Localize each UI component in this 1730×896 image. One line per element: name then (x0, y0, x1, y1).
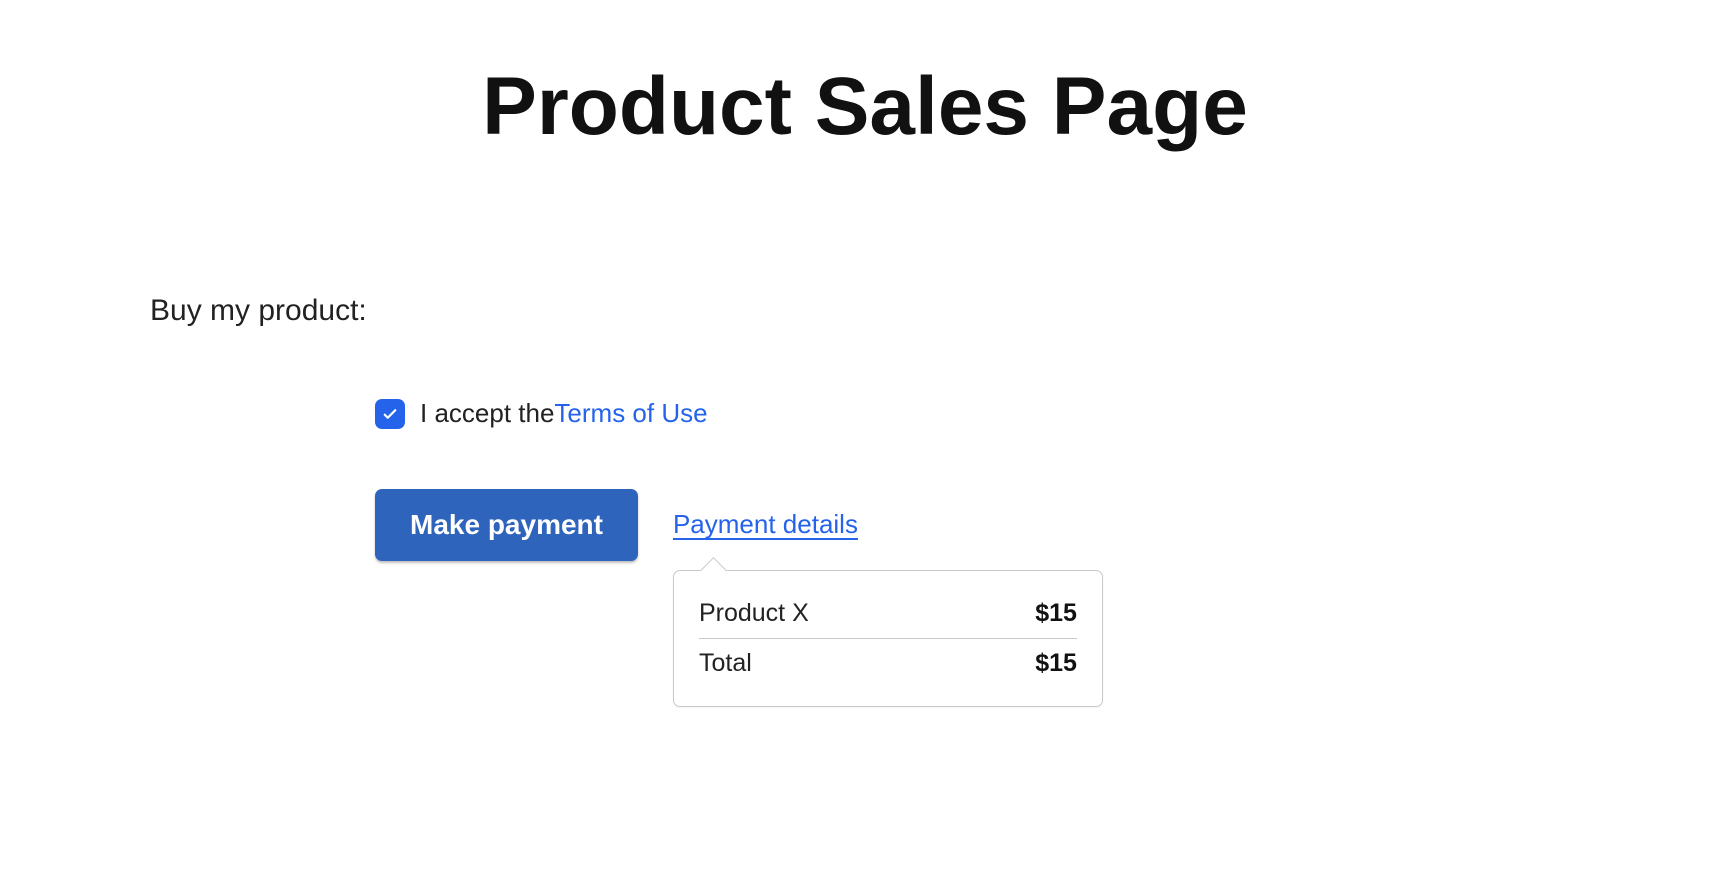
terms-label-prefix: I accept the (420, 398, 554, 429)
popover-item-value: $15 (1035, 599, 1077, 628)
page-title: Product Sales Page (150, 60, 1580, 154)
details-column: Payment details Product X $15 Total $15 (673, 509, 1103, 707)
popover-item-label: Product X (699, 599, 809, 628)
payment-details-link[interactable]: Payment details (673, 509, 1103, 540)
popover-row: Product X $15 (699, 589, 1077, 638)
popover-total-value: $15 (1035, 649, 1077, 678)
action-row: Make payment Payment details Product X $… (375, 489, 1580, 707)
make-payment-button[interactable]: Make payment (375, 489, 638, 561)
buy-prompt: Buy my product: (150, 294, 1580, 328)
popover-total-label: Total (699, 649, 752, 678)
payment-details-popover: Product X $15 Total $15 (673, 570, 1103, 707)
popover-row: Total $15 (699, 638, 1077, 688)
terms-of-use-link[interactable]: Terms of Use (554, 398, 707, 429)
check-icon (381, 405, 399, 423)
terms-row: I accept the Terms of Use (375, 398, 1580, 429)
terms-checkbox[interactable] (375, 399, 405, 429)
